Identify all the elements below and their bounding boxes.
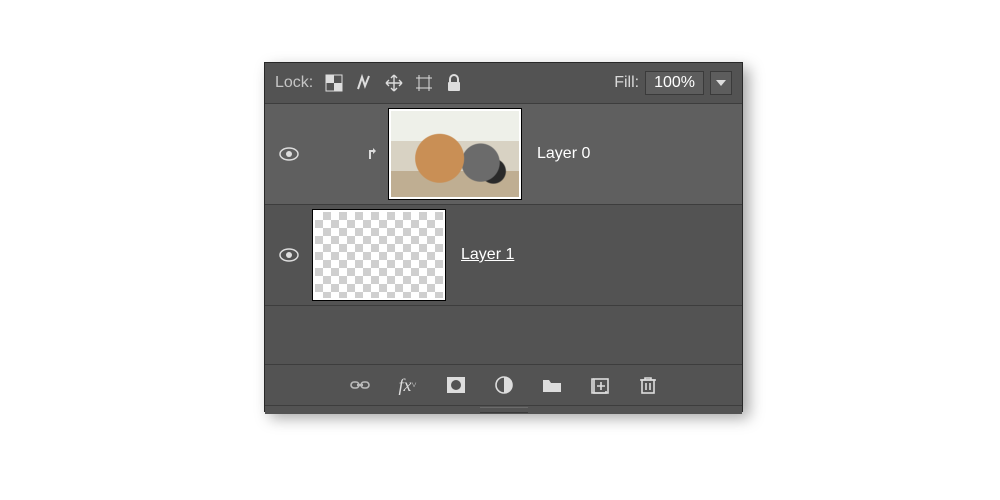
layer-content: Layer 0 [313, 104, 742, 205]
lock-artboard-icon[interactable] [412, 71, 436, 95]
layer-thumbnail[interactable] [313, 210, 445, 300]
layer-content: Layer 1 [313, 204, 742, 306]
adjustment-layer-icon[interactable] [493, 374, 515, 396]
layer-row[interactable]: Layer 0 [265, 104, 742, 205]
layer-name[interactable]: Layer 0 [537, 145, 590, 163]
layer-name[interactable]: Layer 1 [461, 246, 514, 264]
visibility-toggle[interactable] [265, 248, 313, 262]
new-group-icon[interactable] [541, 374, 563, 396]
panel-resize-grip[interactable] [265, 405, 742, 414]
layers-bottom-bar: fx˅ [265, 364, 742, 405]
visibility-toggle[interactable] [265, 147, 313, 161]
link-layers-icon[interactable] [349, 374, 371, 396]
lock-image-pixels-icon[interactable] [352, 71, 376, 95]
eye-icon [279, 147, 299, 161]
clipping-indicator-icon [361, 147, 389, 161]
lock-position-icon[interactable] [382, 71, 406, 95]
layer-style-icon[interactable]: fx˅ [397, 374, 419, 396]
fill-label: Fill: [614, 74, 639, 92]
new-layer-icon[interactable] [589, 374, 611, 396]
fill-dropdown-icon[interactable] [710, 71, 732, 95]
lock-transparent-pixels-icon[interactable] [322, 71, 346, 95]
add-mask-icon[interactable] [445, 374, 467, 396]
lock-label: Lock: [275, 74, 313, 92]
layer-row[interactable]: Layer 1 [265, 205, 742, 306]
delete-layer-icon[interactable] [637, 374, 659, 396]
layers-panel: Lock: Fill: 100% [264, 62, 743, 412]
fill-control: Fill: 100% [614, 71, 732, 95]
fill-value-input[interactable]: 100% [645, 71, 704, 95]
layers-list: Layer 0 Layer 1 [265, 104, 742, 364]
lock-fill-bar: Lock: Fill: 100% [265, 63, 742, 104]
lock-all-icon[interactable] [442, 71, 466, 95]
eye-icon [279, 248, 299, 262]
layer-thumbnail[interactable] [389, 109, 521, 199]
